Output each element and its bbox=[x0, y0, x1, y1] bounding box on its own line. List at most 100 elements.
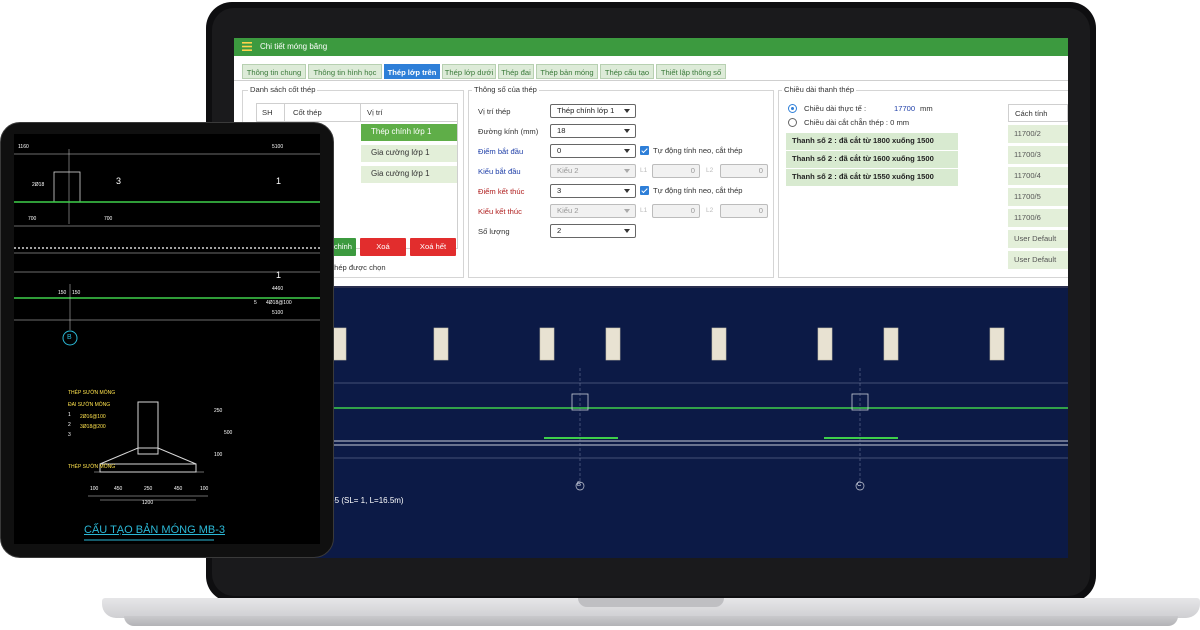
start-l2-input[interactable]: 0 bbox=[720, 164, 768, 178]
actual-length-unit: mm bbox=[920, 104, 933, 113]
cut-summary-item: Thanh số 2 : đã cắt từ 1800 xuống 1500 bbox=[786, 133, 958, 150]
tab-general-info[interactable]: Thông tin chung bbox=[242, 64, 306, 79]
end-type-select[interactable]: Kiểu 2 bbox=[550, 204, 636, 218]
method-item[interactable]: 11700/2 bbox=[1008, 125, 1068, 143]
laptop-base-shadow bbox=[124, 616, 1178, 626]
window-title: Chi tiết móng băng bbox=[260, 42, 328, 51]
side-dim: 100 bbox=[214, 452, 223, 458]
position-label: Vị trí thép bbox=[478, 107, 511, 116]
position-value: Thép chính lớp 1 bbox=[557, 106, 615, 115]
end-l1-input[interactable]: 0 bbox=[652, 204, 700, 218]
chevron-down-icon bbox=[624, 129, 630, 133]
section-label: ĐAI SƯỜN MÓNG bbox=[68, 402, 111, 408]
diameter-value: 18 bbox=[557, 126, 566, 135]
method-item[interactable]: 11700/3 bbox=[1008, 146, 1068, 164]
start-point-select[interactable]: 0 bbox=[550, 144, 636, 158]
method-item[interactable]: User Default bbox=[1008, 251, 1068, 269]
tab-detail-steel[interactable]: Thép cấu tạo bbox=[600, 64, 654, 79]
section-label: 2Ø16@100 bbox=[80, 414, 106, 420]
tab-bottom-layer-steel[interactable]: Thép lớp dưới bbox=[442, 64, 496, 79]
method-item[interactable]: 11700/6 bbox=[1008, 209, 1068, 227]
end-point-value: 3 bbox=[557, 186, 562, 195]
method-item[interactable]: 11700/5 bbox=[1008, 188, 1068, 206]
tab-slab-steel[interactable]: Thép bản móng bbox=[536, 64, 598, 79]
tab-divider bbox=[234, 80, 1068, 81]
delete-button[interactable]: Xoá bbox=[360, 238, 406, 256]
drawing-title: CẤU TẠO BẢN MÓNG MB-3 bbox=[84, 524, 225, 536]
auto-anchor-start-checkbox[interactable] bbox=[640, 146, 649, 155]
delete-all-button[interactable]: Xoá hết bbox=[410, 238, 456, 256]
beam-elevation-drawing bbox=[234, 327, 1068, 491]
table-row[interactable]: Thép chính lớp 1 bbox=[361, 124, 457, 141]
side-dim: 500 bbox=[224, 430, 233, 436]
total-width: 1200 bbox=[142, 500, 154, 506]
cut-summary-item: Thanh số 2 : đã cắt từ 1600 xuống 1500 bbox=[786, 151, 958, 168]
table-row[interactable]: Gia cường lớp 1 bbox=[361, 166, 457, 183]
diameter-label: Đường kính (mm) bbox=[478, 127, 539, 136]
end-l2-input[interactable]: 0 bbox=[720, 204, 768, 218]
edit-button-label: chỉnh bbox=[333, 242, 352, 251]
bottom-dim: 100 bbox=[90, 486, 99, 492]
tab-geometry-info[interactable]: Thông tin hình học bbox=[308, 64, 382, 79]
bottom-dim: 450 bbox=[114, 486, 123, 492]
section-marker: 3 bbox=[68, 432, 71, 438]
menu-icon[interactable] bbox=[242, 42, 252, 51]
dim-label: 5100 bbox=[272, 310, 284, 316]
even-cut-radio[interactable] bbox=[788, 118, 797, 127]
axis-label-c: C bbox=[857, 482, 862, 488]
tab-stirrups[interactable]: Thép đai bbox=[498, 64, 534, 79]
actual-length-radio[interactable] bbox=[788, 104, 797, 113]
method-item[interactable]: User Default bbox=[1008, 230, 1068, 248]
drawing-canvas[interactable]: B C -5 (SL= 1, L=16.5m) bbox=[234, 286, 1068, 558]
bar-caption: -5 (SL= 1, L=16.5m) bbox=[332, 496, 404, 505]
tab-settings[interactable]: Thiết lập thông số bbox=[656, 64, 726, 79]
tablet-cad-drawing: 1160 5100 2Ø18 3 1 700 700 4460 4Ø18@100… bbox=[14, 134, 320, 544]
auto-anchor-end-checkbox[interactable] bbox=[640, 186, 649, 195]
quantity-value: 2 bbox=[557, 226, 562, 235]
dim-label: 150 bbox=[72, 290, 81, 296]
l1-label: L1 bbox=[640, 167, 648, 174]
bottom-dim: 250 bbox=[144, 486, 153, 492]
even-cut-label: Chiều dài cắt chẵn thép : 0 mm bbox=[804, 118, 910, 127]
chevron-down-icon bbox=[624, 109, 630, 113]
dim-label: 4460 bbox=[272, 286, 284, 292]
section-label: 3Ø18@200 bbox=[80, 424, 106, 430]
top-dim-left: 1160 bbox=[18, 144, 29, 150]
dim-label: 700 bbox=[104, 216, 113, 222]
tab-top-layer-steel[interactable]: Thép lớp trên bbox=[384, 64, 440, 79]
col-header-sh: SH bbox=[257, 104, 285, 122]
chevron-down-icon bbox=[624, 209, 630, 213]
steel-length-title: Chiều dài thanh thép bbox=[782, 85, 857, 94]
auto-anchor-end-label: Tự động tính neo, cắt thép bbox=[653, 186, 743, 195]
auto-anchor-start-label: Tự động tính neo, cắt thép bbox=[653, 146, 743, 155]
actual-length-label: Chiều dài thực tế : bbox=[804, 104, 867, 113]
bottom-dim: 100 bbox=[200, 486, 209, 492]
end-point-select[interactable]: 3 bbox=[550, 184, 636, 198]
actual-length-value: 17700 bbox=[894, 104, 916, 113]
method-header: Cách tính bbox=[1008, 104, 1068, 122]
start-l1-input[interactable]: 0 bbox=[652, 164, 700, 178]
selected-steel-note: thép được chọn bbox=[332, 263, 386, 272]
start-point-value: 0 bbox=[557, 146, 562, 155]
chevron-down-icon bbox=[624, 229, 630, 233]
diameter-select[interactable]: 18 bbox=[550, 124, 636, 138]
chevron-down-icon bbox=[624, 189, 630, 193]
foundation-detail-drawing bbox=[14, 149, 320, 541]
start-type-value: Kiểu 2 bbox=[557, 166, 579, 175]
dim-label: 700 bbox=[28, 216, 37, 222]
table-row[interactable]: Gia cường lớp 1 bbox=[361, 145, 457, 162]
axis-label: B bbox=[67, 334, 72, 341]
section-marker: 2 bbox=[68, 422, 71, 428]
steel-params-title: Thông số của thép bbox=[472, 85, 539, 94]
position-select[interactable]: Thép chính lớp 1 bbox=[550, 104, 636, 118]
chevron-down-icon bbox=[624, 149, 630, 153]
quantity-select[interactable]: 2 bbox=[550, 224, 636, 238]
side-dim: 250 bbox=[214, 408, 223, 414]
rebar-number: 1 bbox=[276, 176, 282, 186]
l1-label: L1 bbox=[640, 207, 648, 214]
rebar-number: 1 bbox=[276, 270, 282, 280]
l2-label: L2 bbox=[706, 207, 714, 214]
steel-list-title: Danh sách cốt thép bbox=[248, 85, 318, 94]
method-item[interactable]: 11700/4 bbox=[1008, 167, 1068, 185]
start-type-select[interactable]: Kiểu 2 bbox=[550, 164, 636, 178]
